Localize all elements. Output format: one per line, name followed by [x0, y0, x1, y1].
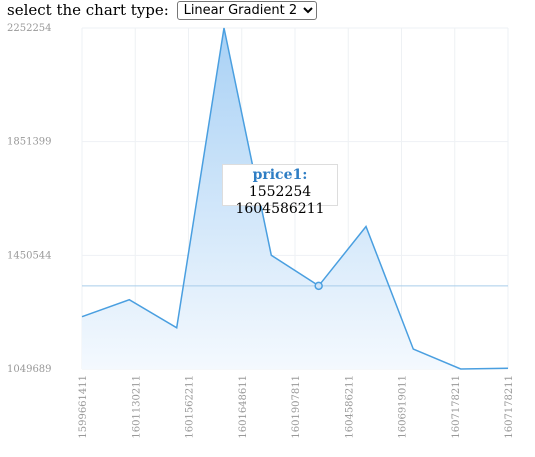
x-tick-label: 1601562211	[185, 375, 196, 439]
data-points	[314, 281, 323, 291]
x-tick-label: 1607178211	[451, 375, 462, 439]
x-tick-label: 1599661411	[78, 375, 89, 439]
x-tick-label: 1601907811	[291, 375, 302, 439]
x-tick-label: 1607178211	[504, 375, 515, 439]
y-axis-ticks: 2252254 1851399 1450544 1049689	[7, 23, 52, 375]
x-axis-ticks: 1599661411 1601130211 1601562211 1601648611…	[78, 375, 515, 439]
x-tick-label: 1601130211	[131, 375, 142, 439]
tooltip-value: 1552254	[248, 184, 312, 200]
tooltip-x-value: 1604586211	[235, 201, 325, 217]
highlight-point	[314, 281, 323, 291]
y-tick-label: 1851399	[7, 137, 52, 148]
y-tick-label: 2252254	[7, 23, 52, 34]
price-chart: 2252254185139914505441049689 1599661411 1…	[7, 23, 515, 439]
y-tick-label: 1049689	[7, 364, 52, 375]
y-tick-label: 1450544	[7, 250, 52, 261]
x-tick-label: 1606919011	[398, 375, 409, 439]
tooltip-row-value: price1: 1552254	[223, 167, 337, 201]
x-tick-label: 1601648611	[238, 375, 249, 439]
chart-tooltip: price1: 1552254 1604586211	[222, 164, 338, 217]
x-tick-label: 1604586211	[344, 375, 355, 439]
tooltip-series-name: price1:	[252, 167, 308, 183]
